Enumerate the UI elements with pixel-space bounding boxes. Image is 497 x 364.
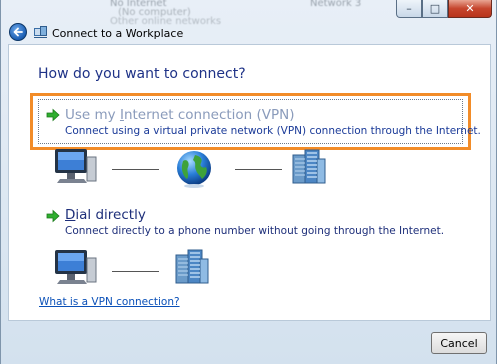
- globe-icon: [177, 151, 211, 188]
- minimize-icon: –: [406, 2, 412, 15]
- connection-line: [112, 271, 159, 272]
- caption-buttons: – □ ✕: [396, 0, 492, 20]
- dialog-window: – □ ✕ Connect to a Workplace How do you …: [0, 0, 497, 364]
- footer: Cancel: [1, 321, 497, 364]
- cancel-button[interactable]: Cancel: [431, 332, 487, 354]
- option-dial-description: Connect directly to a phone number witho…: [65, 225, 445, 237]
- minimize-button[interactable]: –: [396, 0, 422, 18]
- content-panel: How do you want to connect? Use my Inter…: [8, 44, 491, 321]
- maximize-icon: □: [429, 2, 441, 15]
- maximize-button[interactable]: □: [422, 0, 448, 18]
- option-vpn-description: Connect using a virtual private network …: [65, 125, 481, 137]
- vpn-help-link[interactable]: What is a VPN connection?: [39, 296, 180, 308]
- computer-icon: [55, 149, 97, 183]
- wizard-header: Connect to a Workplace: [1, 20, 497, 44]
- close-button[interactable]: ✕: [448, 0, 492, 18]
- page-heading: How do you want to connect?: [38, 66, 246, 82]
- office-building-icon: [292, 149, 326, 184]
- connection-line: [112, 169, 159, 170]
- green-arrow-icon: [46, 108, 60, 122]
- back-arrow-icon: [13, 27, 23, 37]
- office-building-icon: [175, 249, 209, 284]
- back-button[interactable]: [9, 23, 27, 41]
- connection-line: [235, 169, 282, 170]
- green-arrow-icon: [46, 209, 60, 223]
- window-title: Connect to a Workplace: [52, 27, 184, 40]
- option-dial-title[interactable]: Dial directly: [65, 207, 146, 223]
- close-icon: ✕: [465, 2, 475, 15]
- option-vpn-title[interactable]: Use my Internet connection (VPN): [65, 107, 295, 123]
- computer-icon: [55, 250, 97, 284]
- wizard-icon: [34, 26, 47, 38]
